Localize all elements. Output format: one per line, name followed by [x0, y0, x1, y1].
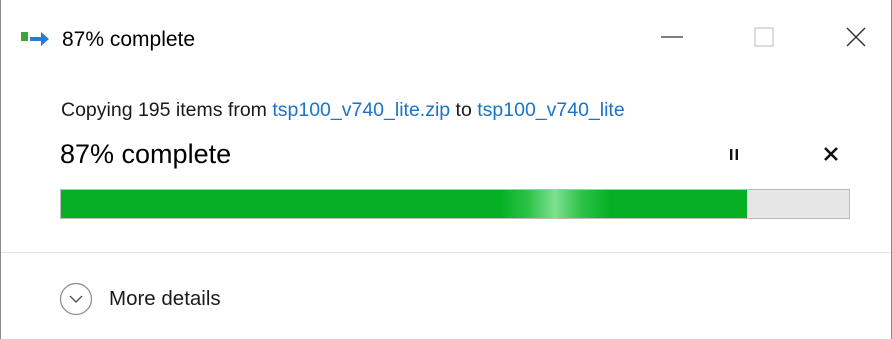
section-divider: [1, 252, 891, 253]
close-window-button[interactable]: [825, 0, 887, 78]
source-link[interactable]: tsp100_v740_lite.zip: [272, 99, 450, 121]
title-bar[interactable]: 87% complete: [1, 0, 891, 78]
maximize-button[interactable]: [733, 0, 795, 78]
window-title: 87% complete: [62, 28, 196, 51]
minimize-button[interactable]: [641, 0, 703, 78]
more-details-label: More details: [109, 287, 221, 310]
maximize-icon: [753, 26, 775, 53]
copy-prefix: Copying 195 items from: [61, 99, 273, 121]
more-details-toggle[interactable]: More details: [59, 279, 221, 319]
destination-link[interactable]: tsp100_v740_lite: [477, 99, 624, 121]
pause-button[interactable]: [717, 140, 751, 172]
copy-description: Copying 195 items from tsp100_v740_lite.…: [61, 97, 625, 123]
chevron-down-icon: [59, 282, 93, 316]
copy-connector: to: [450, 99, 478, 121]
progress-bar: [60, 189, 850, 219]
cancel-button[interactable]: [814, 140, 848, 172]
pause-icon: [726, 146, 742, 167]
file-copy-dialog: 87% complete Copying 195 items from tsp1…: [0, 0, 892, 339]
copy-progress-icon: [21, 28, 57, 48]
close-icon: [844, 25, 868, 54]
progress-heading: 87% complete: [60, 139, 232, 169]
cancel-icon: [822, 145, 840, 168]
minimize-icon: [660, 25, 684, 54]
progress-bar-fill: [61, 190, 747, 218]
